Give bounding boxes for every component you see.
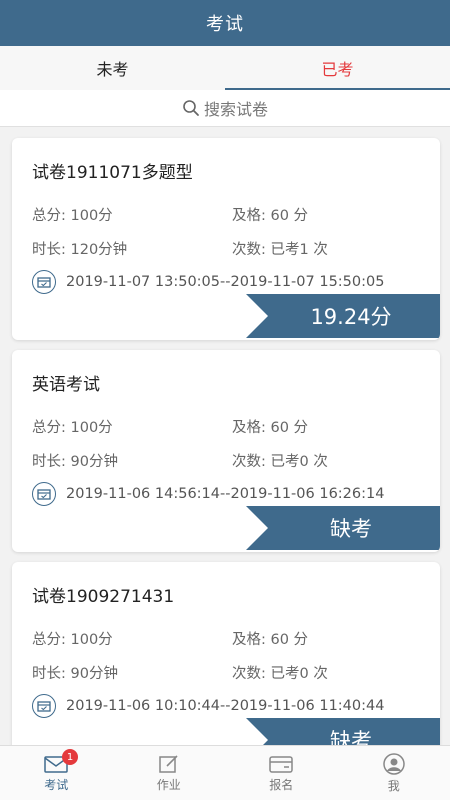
duration: 时长: 90分钟 <box>32 662 118 683</box>
tab-not-taken[interactable]: 未考 <box>0 46 225 90</box>
nav-item-me[interactable]: 我 <box>338 746 450 800</box>
duration-value: 90分钟 <box>70 666 118 682</box>
duration: 时长: 90分钟 <box>32 450 118 471</box>
attempts-value: 已考0 次 <box>270 666 328 682</box>
exam-card[interactable]: 试卷1911071多题型 总分: 100分 及格: 60 分 时长: 120分钟… <box>12 138 440 340</box>
exam-list: 试卷1911071多题型 总分: 100分 及格: 60 分 时长: 120分钟… <box>0 126 450 746</box>
total-score: 总分: 100分 <box>32 416 113 437</box>
exam-time: 2019-11-07 13:50:05--2019-11-07 15:50:05 <box>32 270 384 294</box>
pass-label: 及格: <box>232 208 266 224</box>
total-label: 总分: <box>32 632 66 648</box>
user-icon <box>383 752 405 775</box>
calendar-icon <box>32 270 56 294</box>
exam-card[interactable]: 英语考试 总分: 100分 及格: 60 分 时长: 90分钟 次数: 已考0 … <box>12 350 440 552</box>
attempts-label: 次数: <box>232 454 266 470</box>
pass-score: 及格: 60 分 <box>232 628 308 649</box>
total-score: 总分: 100分 <box>32 204 113 225</box>
nav-label: 我 <box>387 778 400 793</box>
attempts-label: 次数: <box>232 666 266 682</box>
duration-label: 时长: <box>32 242 66 258</box>
tab-taken[interactable]: 已考 <box>225 46 450 91</box>
tab-label: 未考 <box>96 60 129 79</box>
duration-value: 90分钟 <box>70 454 118 470</box>
attempts: 次数: 已考1 次 <box>232 238 328 259</box>
search-bar[interactable]: 搜索试卷 <box>0 90 450 127</box>
page-title: 考试 <box>206 14 244 35</box>
total-value: 100分 <box>70 208 113 224</box>
exam-title: 试卷1911071多题型 <box>32 163 193 183</box>
nav-label: 报名 <box>269 777 294 792</box>
card-icon <box>269 755 293 773</box>
total-label: 总分: <box>32 420 66 436</box>
bottom-nav: 考试 1 作业 报名 我 <box>0 745 450 800</box>
edit-icon <box>159 754 178 773</box>
pass-label: 及格: <box>232 632 266 648</box>
nav-item-signup[interactable]: 报名 <box>225 746 338 800</box>
calendar-icon <box>32 694 56 718</box>
search-placeholder: 搜索试卷 <box>203 100 268 119</box>
total-value: 100分 <box>70 632 113 648</box>
exam-title: 英语考试 <box>32 375 100 395</box>
app-header: 考试 <box>0 0 450 46</box>
pass-label: 及格: <box>232 420 266 436</box>
attempts-value: 已考1 次 <box>270 242 328 258</box>
attempts: 次数: 已考0 次 <box>232 450 328 471</box>
pass-score: 及格: 60 分 <box>232 204 308 225</box>
result-badge: 缺考 <box>246 718 440 746</box>
total-label: 总分: <box>32 208 66 224</box>
pass-value: 60 分 <box>270 420 309 436</box>
exam-title: 试卷1909271431 <box>32 587 175 607</box>
duration-label: 时长: <box>32 666 66 682</box>
calendar-icon <box>32 482 56 506</box>
duration: 时长: 120分钟 <box>32 238 127 259</box>
nav-item-exam[interactable]: 考试 1 <box>0 746 113 800</box>
duration-value: 120分钟 <box>70 242 128 258</box>
result-badge: 缺考 <box>246 506 440 550</box>
nav-label: 作业 <box>156 777 181 792</box>
time-range: 2019-11-06 14:56:14--2019-11-06 16:26:14 <box>66 486 385 502</box>
tab-bar: 未考 已考 <box>0 46 450 91</box>
exam-card[interactable]: 试卷1909271431 总分: 100分 及格: 60 分 时长: 90分钟 … <box>12 562 440 746</box>
pass-value: 60 分 <box>270 208 309 224</box>
duration-label: 时长: <box>32 454 66 470</box>
time-range: 2019-11-07 13:50:05--2019-11-07 15:50:05 <box>66 274 385 290</box>
exam-time: 2019-11-06 14:56:14--2019-11-06 16:26:14 <box>32 482 384 506</box>
attempts-value: 已考0 次 <box>270 454 328 470</box>
notification-badge: 1 <box>62 749 78 765</box>
total-score: 总分: 100分 <box>32 628 113 649</box>
attempts: 次数: 已考0 次 <box>232 662 328 683</box>
result-badge: 19.24分 <box>246 294 440 338</box>
nav-item-homework[interactable]: 作业 <box>113 746 226 800</box>
attempts-label: 次数: <box>232 242 266 258</box>
time-range: 2019-11-06 10:10:44--2019-11-06 11:40:44 <box>66 698 385 714</box>
exam-time: 2019-11-06 10:10:44--2019-11-06 11:40:44 <box>32 694 384 718</box>
tab-label: 已考 <box>321 60 354 79</box>
pass-value: 60 分 <box>270 632 309 648</box>
pass-score: 及格: 60 分 <box>232 416 308 437</box>
total-value: 100分 <box>70 420 113 436</box>
search-icon <box>183 100 199 116</box>
nav-label: 考试 <box>44 777 69 792</box>
